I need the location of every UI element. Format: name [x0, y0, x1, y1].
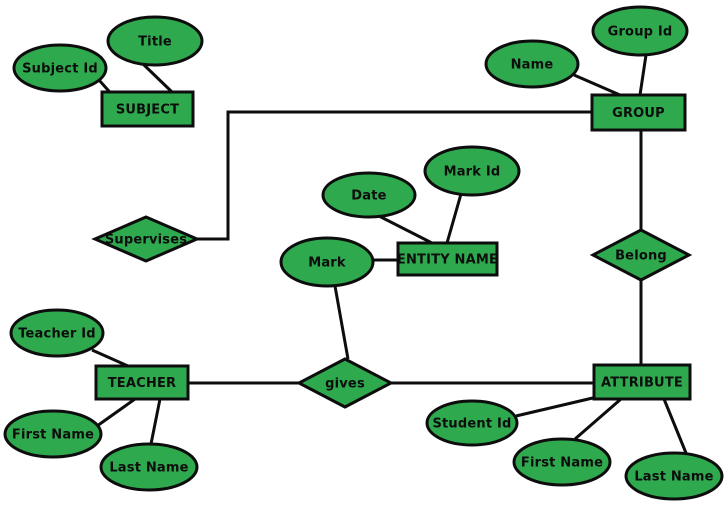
- attribute-group_id[interactable]: Group Id: [591, 5, 689, 57]
- attribute-student_id[interactable]: Student Id: [425, 399, 519, 447]
- attribute-title[interactable]: Title: [106, 15, 204, 67]
- relationship-belong[interactable]: Belong: [589, 228, 693, 282]
- entity-attribute[interactable]: ATTRIBUTE: [592, 363, 692, 401]
- entity-entity_name[interactable]: ENTITY NAME: [396, 241, 499, 277]
- relationship-supervises[interactable]: Supervises: [91, 215, 201, 263]
- connector-attribute-last_name: [662, 398, 688, 454]
- attribute-subject_id[interactable]: Subject Id: [12, 43, 108, 93]
- er-diagram-canvas: SUBJECT GROUP ENTITY NAME TEACHER ATTRIBUTE S…: [0, 0, 728, 511]
- connector-attribute-first_name: [574, 397, 622, 441]
- attribute-mark_id[interactable]: Mark Id: [423, 145, 521, 197]
- attribute-mark[interactable]: Mark: [279, 236, 375, 288]
- connector-teacher_id-teacher: [91, 348, 129, 368]
- attribute-date[interactable]: Date: [321, 171, 417, 219]
- attribute-teacher_last[interactable]: Last Name: [99, 442, 199, 492]
- connector-mark-gives: [333, 285, 350, 360]
- connector-teacher-last_name: [149, 398, 162, 445]
- relationship-gives[interactable]: gives: [295, 357, 395, 409]
- attribute-attribute_first[interactable]: First Name: [512, 437, 612, 487]
- connector-name-group: [573, 73, 621, 97]
- entity-group[interactable]: GROUP: [590, 93, 687, 132]
- attribute-attribute_last[interactable]: Last Name: [624, 451, 724, 501]
- entity-teacher[interactable]: TEACHER: [94, 364, 190, 401]
- connector-mark_id-entity_name: [445, 193, 463, 244]
- shape-layer: SUBJECT GROUP ENTITY NAME TEACHER ATTRIBUTE S…: [3, 5, 724, 501]
- attribute-name[interactable]: Name: [484, 39, 580, 89]
- attribute-teacher_first[interactable]: First Name: [3, 409, 103, 459]
- connector-teacher-first_name: [96, 397, 136, 428]
- connector-date-entity_name: [378, 214, 433, 245]
- connector-title-subject: [141, 62, 174, 94]
- attribute-teacher_id[interactable]: Teacher Id: [9, 308, 105, 358]
- connector-group_id-group: [638, 54, 648, 96]
- entity-subject[interactable]: SUBJECT: [100, 90, 195, 128]
- connector-student_id-attribute: [515, 395, 598, 418]
